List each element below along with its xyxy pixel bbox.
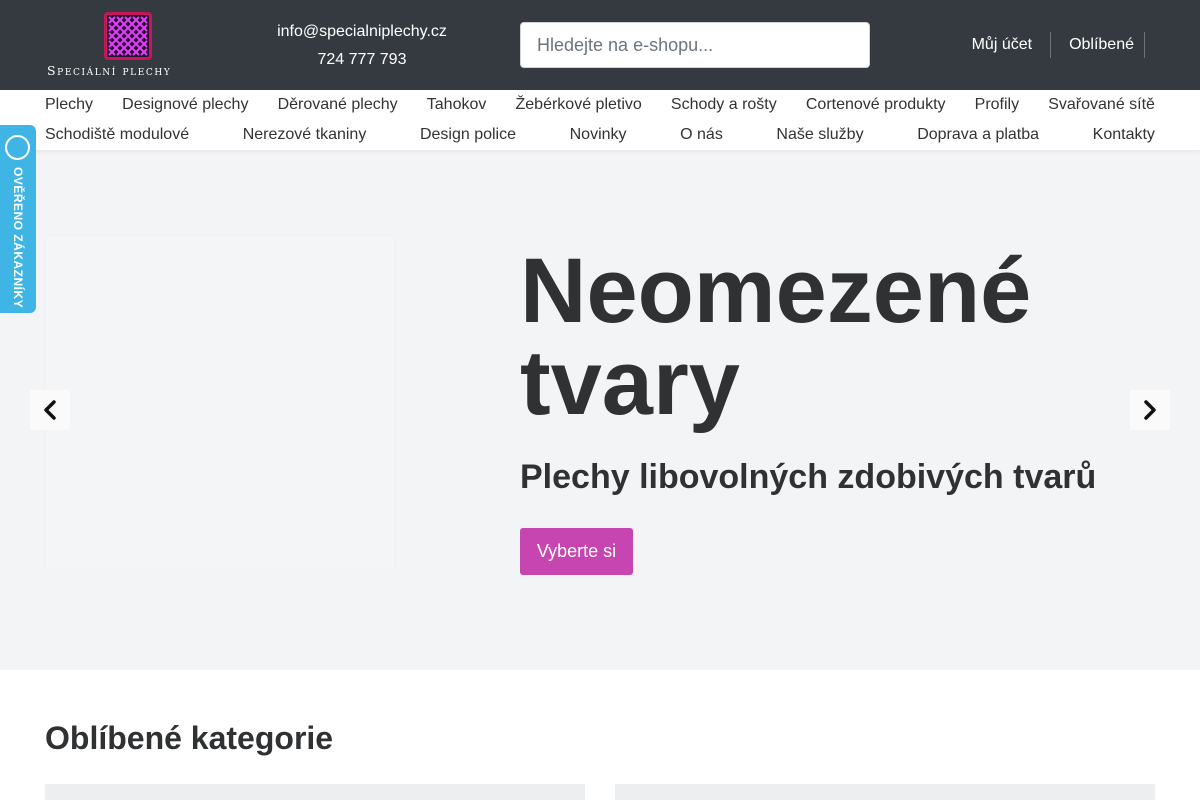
- verified-circle-icon: [5, 135, 30, 160]
- nav-item-zeberkove-pletivo[interactable]: Žebérkové pletivo: [516, 95, 642, 115]
- nav-item-schody-a-rosty[interactable]: Schody a rošty: [671, 95, 777, 115]
- search-input[interactable]: [520, 22, 870, 68]
- nav-item-schodiste-modulove[interactable]: Schodiště modulové: [45, 125, 189, 145]
- nav-item-svarovane-site[interactable]: Svařované sítě: [1048, 95, 1155, 115]
- nav-item-design-police[interactable]: Design police: [420, 125, 516, 145]
- category-card[interactable]: [615, 784, 1155, 800]
- nav-item-o-nas[interactable]: O nás: [680, 125, 723, 145]
- nav-item-nase-sluzby[interactable]: Naše služby: [776, 125, 863, 145]
- my-account-link[interactable]: Můj účet: [972, 32, 1052, 58]
- main-navigation: Plechy Designové plechy Děrované plechy …: [0, 90, 1200, 150]
- badge-label: OVĚŘENO ZÁKAZNÍKY: [11, 167, 25, 309]
- logo-wordmark: Speciální plechy: [47, 63, 172, 78]
- contact-phone-link[interactable]: 724 777 793: [262, 46, 462, 74]
- nav-item-novinky[interactable]: Novinky: [570, 125, 627, 145]
- nav-item-profily[interactable]: Profily: [975, 95, 1019, 115]
- slider-prev-button[interactable]: [30, 390, 70, 430]
- contact-email-link[interactable]: info@specialniplechy.cz: [262, 18, 462, 46]
- nav-row-primary: Plechy Designové plechy Děrované plechy …: [45, 95, 1155, 115]
- hero-subtitle: Plechy libovolných zdobivých tvarů: [520, 458, 1097, 496]
- hero-title: Neomezené tvary: [520, 240, 1032, 434]
- chevron-right-icon: [1144, 400, 1156, 420]
- nav-item-nerezove-tkaniny[interactable]: Nerezové tkaniny: [243, 125, 367, 145]
- hero-product-image: [45, 235, 395, 570]
- nav-item-tahokov[interactable]: Tahokov: [427, 95, 487, 115]
- nav-item-derovane-plechy[interactable]: Děrované plechy: [278, 95, 398, 115]
- account-links: Můj účet Oblíbené: [972, 32, 1145, 58]
- hero-slider: Neomezené tvary Plechy libovolných zdobi…: [0, 150, 1200, 670]
- hero-cta-button[interactable]: Vyberte si: [520, 528, 633, 575]
- site-header: Speciální plechy info@specialniplechy.cz…: [0, 0, 1200, 90]
- slider-next-button[interactable]: [1130, 390, 1170, 430]
- nav-item-designove-plechy[interactable]: Designové plechy: [122, 95, 248, 115]
- chevron-left-icon: [44, 400, 56, 420]
- nav-item-kontakty[interactable]: Kontakty: [1093, 125, 1155, 145]
- woven-mesh-icon: [104, 12, 152, 60]
- site-logo[interactable]: Speciální plechy: [45, 10, 210, 80]
- nav-item-doprava-a-platba[interactable]: Doprava a platba: [917, 125, 1039, 145]
- favorites-link[interactable]: Oblíbené: [1051, 32, 1145, 58]
- nav-item-plechy[interactable]: Plechy: [45, 95, 93, 115]
- nav-row-secondary: Schodiště modulové Nerezové tkaniny Desi…: [45, 125, 1155, 145]
- category-card[interactable]: [45, 784, 585, 800]
- popular-categories-heading: Oblíbené kategorie: [45, 720, 334, 756]
- nav-item-cortenove-produkty[interactable]: Cortenové produkty: [806, 95, 946, 115]
- verified-by-customers-badge[interactable]: OVĚŘENO ZÁKAZNÍKY: [0, 125, 36, 313]
- header-contacts: info@specialniplechy.cz 724 777 793: [262, 18, 462, 74]
